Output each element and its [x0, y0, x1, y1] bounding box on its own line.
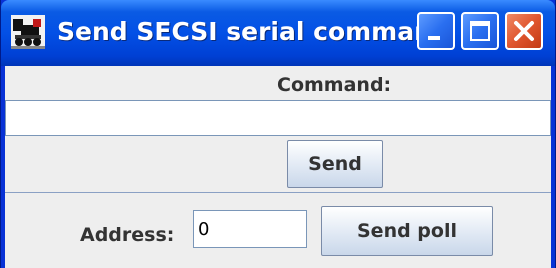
maximize-button[interactable] — [461, 12, 499, 50]
locomotive-icon — [11, 15, 45, 49]
close-button[interactable] — [505, 12, 543, 50]
window-title: Send SECSI serial command — [57, 17, 450, 46]
command-label: Command: — [277, 74, 392, 96]
command-input[interactable] — [5, 100, 551, 136]
dialog-window: Send SECSI serial command Command: Send … — [0, 0, 556, 268]
title-bar[interactable]: Send SECSI serial command — [1, 0, 555, 66]
send-button[interactable]: Send — [287, 140, 383, 188]
address-input[interactable] — [193, 210, 307, 248]
close-icon — [514, 21, 534, 41]
dialog-content: Command: Send Address: Send poll — [5, 66, 551, 268]
minimize-icon — [428, 36, 440, 40]
address-label: Address: — [80, 224, 175, 246]
section-divider — [5, 192, 551, 193]
minimize-button[interactable] — [417, 12, 455, 50]
send-poll-button[interactable]: Send poll — [321, 206, 493, 256]
maximize-icon — [470, 21, 490, 41]
